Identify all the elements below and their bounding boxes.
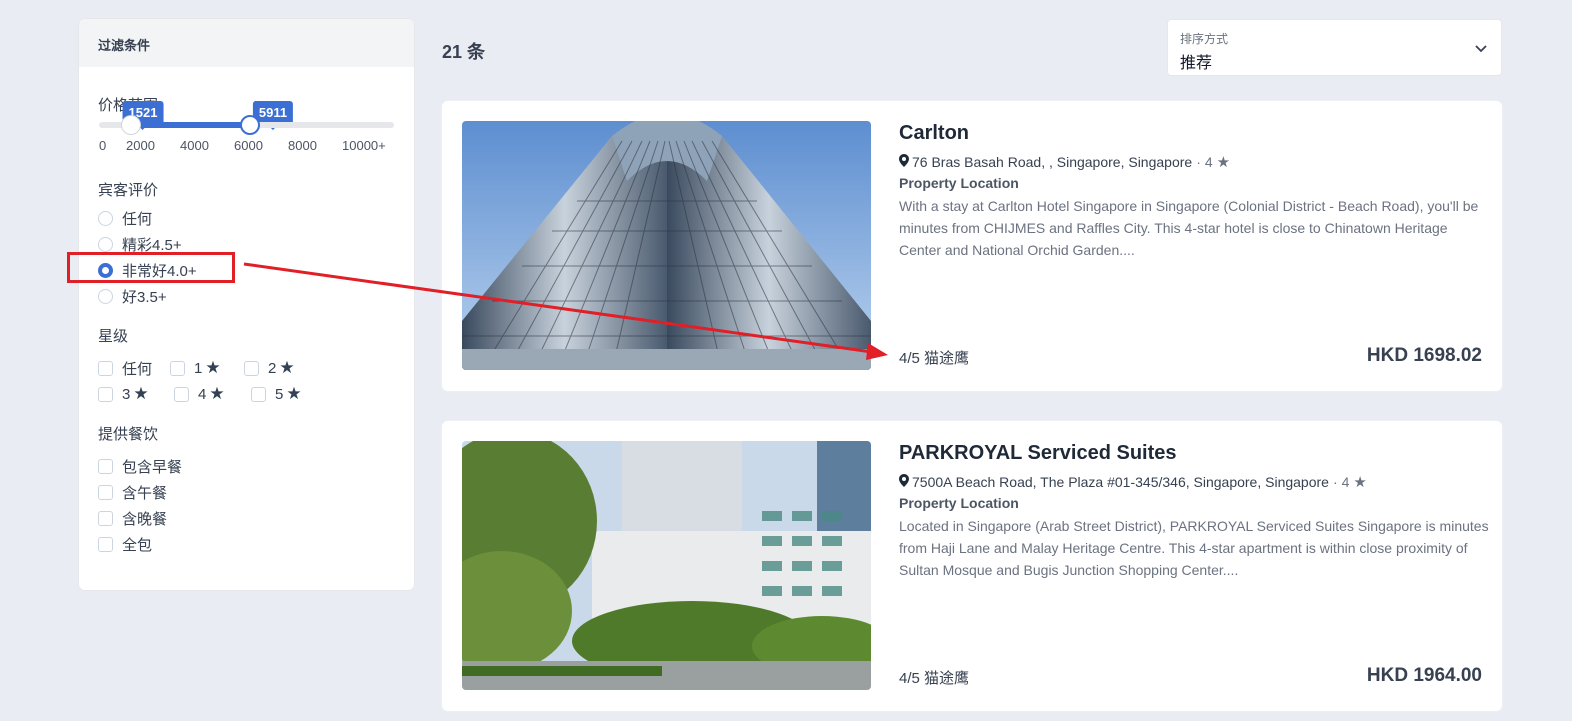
annotation-arrow — [243, 262, 888, 360]
